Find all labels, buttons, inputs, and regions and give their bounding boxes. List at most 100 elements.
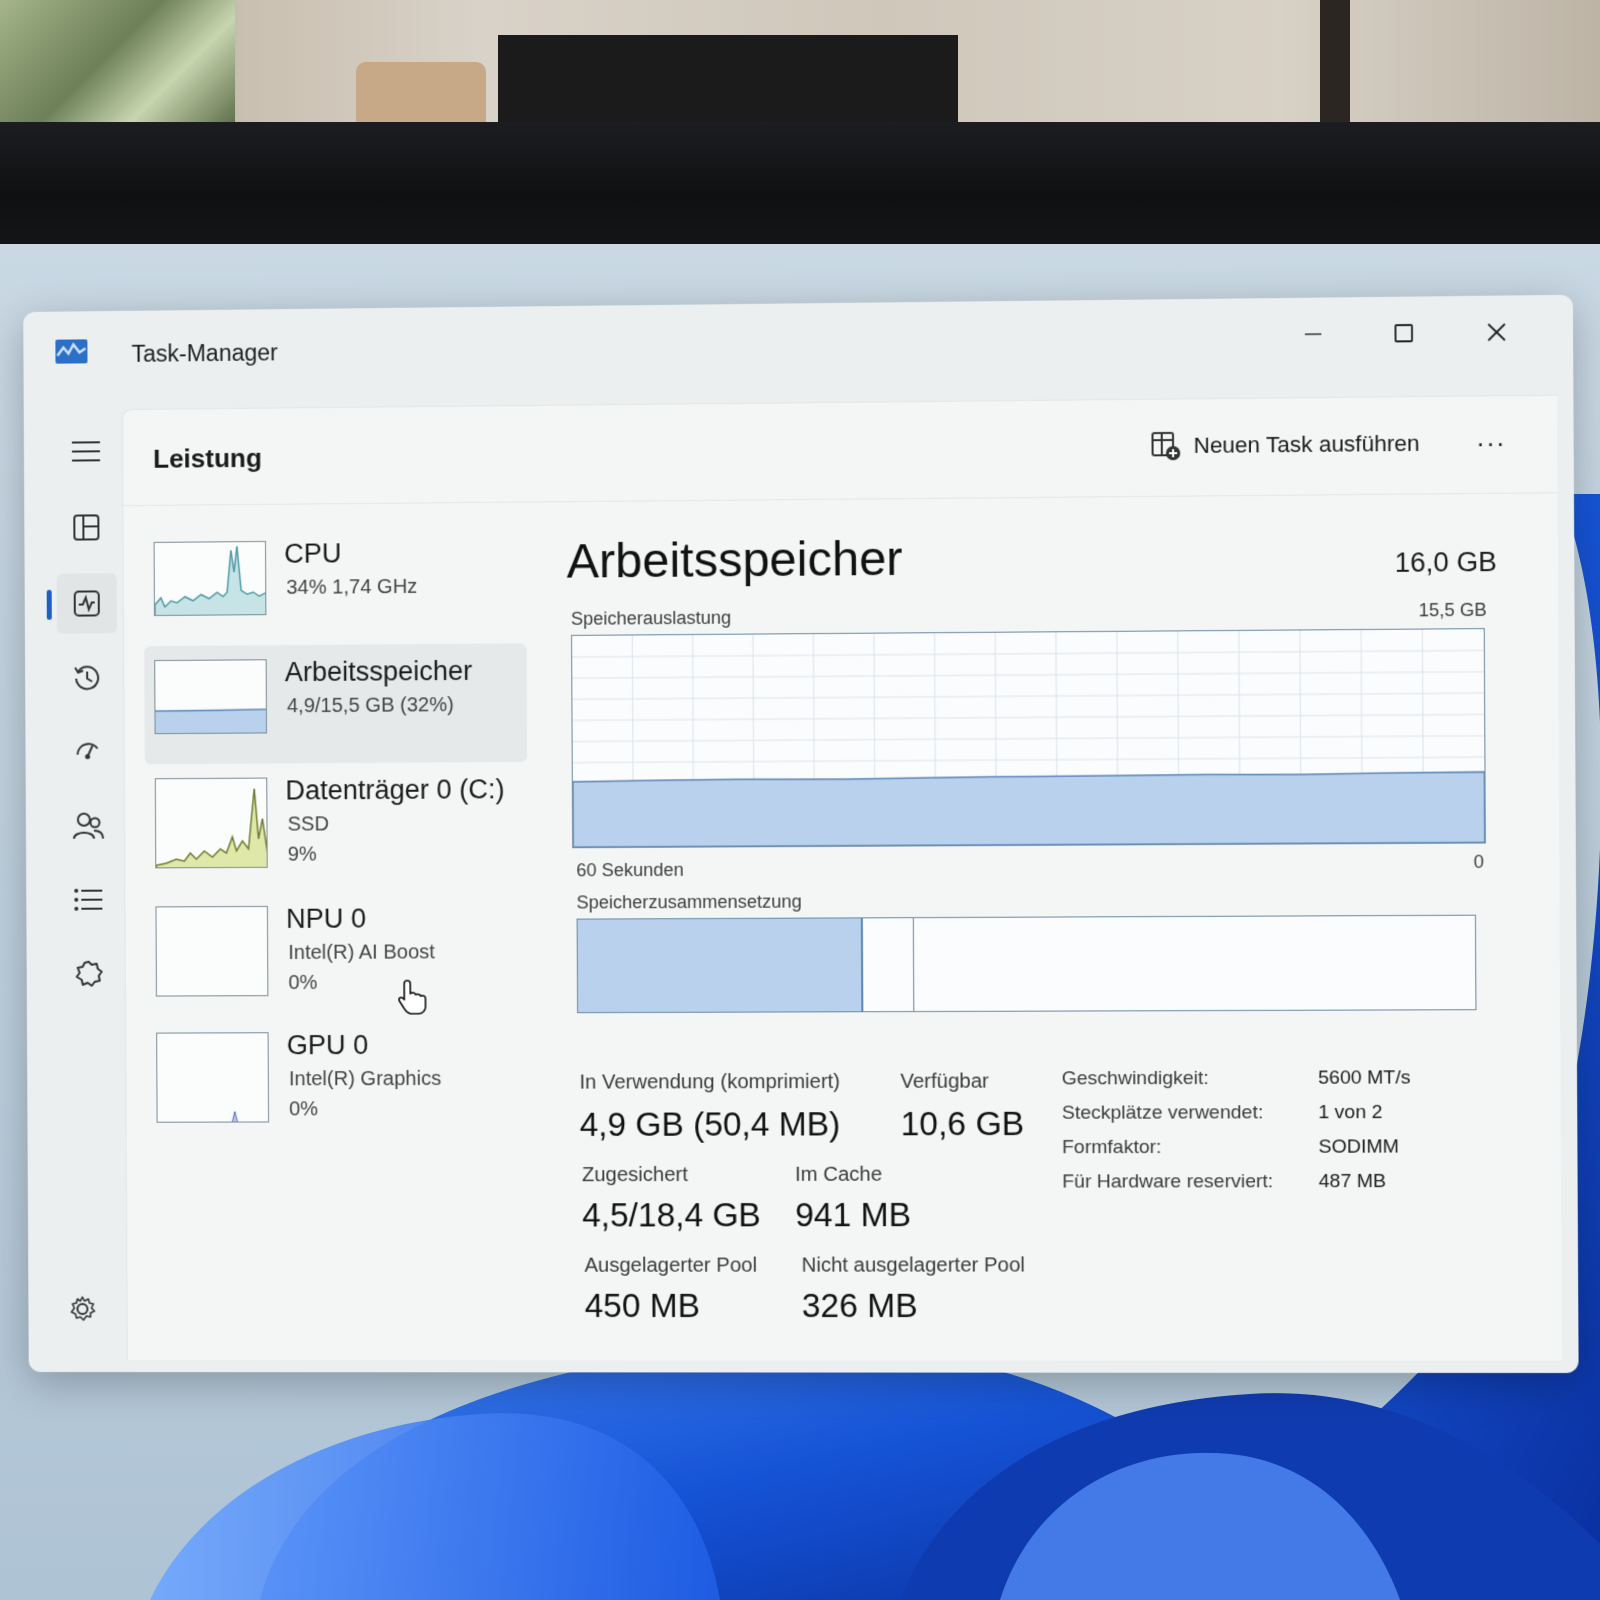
run-new-task-button[interactable]: Neuen Task ausführen <box>1142 421 1428 468</box>
memory-usage-graph <box>571 628 1486 848</box>
memory-thumbnail-graph <box>154 659 267 734</box>
processes-icon <box>72 513 100 541</box>
perf-item-cpu[interactable]: CPU 34% 1,74 GHz <box>143 525 526 646</box>
startup-apps-icon <box>72 737 102 767</box>
perf-item-name: NPU 0 <box>286 903 366 934</box>
time-axis-start: 60 Sekunden <box>576 860 684 882</box>
spec-speed-value: 5600 MT/s <box>1318 1067 1411 1090</box>
services-icon <box>74 959 104 989</box>
perf-item-gpu[interactable]: GPU 0 Intel(R) Graphics 0% <box>146 1017 529 1136</box>
navigation-rail <box>46 411 131 1352</box>
details-icon <box>73 888 103 912</box>
hamburger-menu-button[interactable] <box>56 421 116 482</box>
paged-pool-value: 450 MB <box>585 1287 700 1325</box>
paged-pool-label: Ausgelagerter Pool <box>584 1255 757 1278</box>
more-options-button[interactable]: ··· <box>1465 422 1517 463</box>
run-task-label: Neuen Task ausführen <box>1194 431 1420 460</box>
gear-icon <box>68 1295 96 1323</box>
cached-label: Im Cache <box>795 1164 882 1187</box>
nonpaged-pool-value: 326 MB <box>802 1287 918 1325</box>
perf-item-value: 0% <box>289 1098 318 1121</box>
background-room <box>0 0 1600 130</box>
spec-reserved-label: Für Hardware reserviert: <box>1062 1171 1273 1194</box>
window-title: Task-Manager <box>131 339 277 368</box>
perf-item-type: SSD <box>288 813 329 836</box>
perf-item-name: Datenträger 0 (C:) <box>285 774 504 806</box>
nonpaged-pool-label: Nicht ausgelagerter Pool <box>802 1254 1025 1277</box>
perf-item-memory[interactable]: Arbeitsspeicher 4,9/15,5 GB (32%) <box>144 643 527 764</box>
perf-item-name: GPU 0 <box>287 1030 369 1061</box>
nav-users[interactable] <box>58 795 118 855</box>
graph-gridline-horizontal <box>573 736 1485 742</box>
npu-thumbnail-graph <box>155 906 268 997</box>
background-post <box>1320 0 1350 125</box>
composition-in-use-segment <box>578 918 863 1012</box>
perf-item-disk[interactable]: Datenträger 0 (C:) SSD 9% <box>145 762 528 882</box>
graph-gridline-horizontal <box>572 672 1484 678</box>
task-manager-window: Task-Manager Leistung Neuen Task ausführ… <box>23 295 1578 1373</box>
maximize-icon <box>1392 322 1415 345</box>
nav-performance[interactable] <box>57 573 117 634</box>
laptop-bezel <box>0 122 1600 246</box>
memory-detail-panel: Arbeitsspeicher 16,0 GB Speicherauslastu… <box>566 516 1496 524</box>
performance-icon <box>73 589 101 617</box>
perf-item-type: Intel(R) Graphics <box>289 1068 441 1091</box>
nav-services[interactable] <box>59 944 119 1004</box>
nav-active-indicator <box>47 590 52 620</box>
hand-cursor-icon <box>398 979 426 1015</box>
usage-graph-label: Speicherauslastung <box>571 608 731 630</box>
spec-slots-value: 1 von 2 <box>1318 1102 1382 1124</box>
memory-usage-area <box>573 772 1485 847</box>
committed-label: Zugesichert <box>582 1164 688 1187</box>
graph-gridline-horizontal <box>572 650 1484 657</box>
nav-details[interactable] <box>58 870 118 930</box>
time-axis-end: 0 <box>1474 852 1484 873</box>
background-tv <box>498 35 958 130</box>
title-bar[interactable]: Task-Manager <box>23 295 1573 408</box>
performance-list: CPU 34% 1,74 GHz Arbeitsspeicher 4,9/15,… <box>143 525 529 1137</box>
minimize-icon <box>1303 324 1324 345</box>
memory-composition-bar <box>577 915 1477 1013</box>
committed-value: 4,5/18,4 GB <box>582 1196 761 1234</box>
nav-processes[interactable] <box>56 497 116 558</box>
users-icon <box>72 811 104 841</box>
total-memory: 16,0 GB <box>1395 547 1497 579</box>
spec-form-label: Formfaktor: <box>1062 1137 1162 1159</box>
in-use-value: 4,9 GB (50,4 MB) <box>580 1105 841 1144</box>
in-use-label: In Verwendung (komprimiert) <box>579 1071 840 1095</box>
perf-item-value: 0% <box>288 972 317 995</box>
spec-form-value: SODIMM <box>1318 1136 1399 1158</box>
settings-button[interactable] <box>60 1287 104 1331</box>
page-title: Leistung <box>153 443 262 475</box>
perf-item-type: Intel(R) AI Boost <box>288 941 435 965</box>
more-options-icon: ··· <box>1476 427 1506 459</box>
composition-modified-segment <box>862 918 913 1011</box>
spec-reserved-value: 487 MB <box>1319 1171 1387 1193</box>
page-header: Leistung Neuen Task ausführen ··· <box>123 396 1558 506</box>
nav-startup-apps[interactable] <box>57 721 117 781</box>
content-pane: Leistung Neuen Task ausführen ··· CPU 34… <box>122 395 1562 1361</box>
perf-item-name: CPU <box>284 538 342 570</box>
perf-item-name: Arbeitsspeicher <box>285 656 473 688</box>
task-manager-app-icon <box>55 339 87 363</box>
background-lamp <box>356 62 486 130</box>
nav-app-history[interactable] <box>57 647 117 707</box>
perf-item-value: 4,9/15,5 GB (32%) <box>287 694 454 718</box>
maximize-button[interactable] <box>1373 311 1435 356</box>
perf-item-value: 9% <box>288 843 317 866</box>
graph-gridline-horizontal <box>572 693 1484 699</box>
available-value: 10,6 GB <box>901 1105 1025 1144</box>
detail-title: Arbeitsspeicher <box>566 531 902 589</box>
available-label: Verfügbar <box>900 1070 989 1093</box>
background-window <box>0 0 235 125</box>
perf-item-npu[interactable]: NPU 0 Intel(R) AI Boost 0% <box>145 891 528 1011</box>
usage-graph-max: 15,5 GB <box>1419 600 1487 622</box>
minimize-button[interactable] <box>1282 312 1344 357</box>
close-button[interactable] <box>1466 310 1528 355</box>
run-task-icon <box>1150 431 1181 462</box>
app-history-icon <box>72 662 102 692</box>
cached-value: 941 MB <box>795 1196 911 1234</box>
spec-speed-label: Geschwindigkeit: <box>1062 1068 1209 1091</box>
hamburger-menu-icon <box>71 439 101 463</box>
spec-slots-label: Steckplätze verwendet: <box>1062 1102 1264 1125</box>
